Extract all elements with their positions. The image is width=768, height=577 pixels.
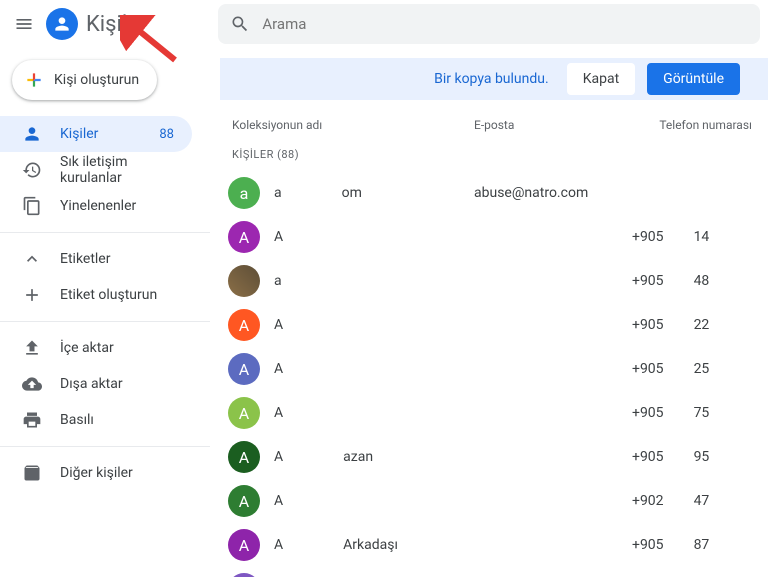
- contact-avatar: A: [228, 353, 260, 385]
- nav-label: Sık iletişim kurulanlar: [60, 154, 180, 186]
- contact-avatar: A: [228, 397, 260, 429]
- nav-print[interactable]: Basılı: [0, 402, 192, 438]
- contact-email: abuse@natro.com: [474, 185, 632, 201]
- plus-icon: [24, 70, 44, 90]
- contact-phone: +90587: [632, 537, 752, 553]
- contact-phone: +90548: [632, 273, 752, 289]
- divider: [0, 446, 210, 447]
- nav-duplicates[interactable]: Yinelenenler: [0, 188, 192, 224]
- main-content: Bir kopya bulundu. Kapat Görüntüle Kolek…: [210, 48, 768, 577]
- banner-text: Bir kopya bulundu.: [434, 71, 549, 87]
- col-phone-header: Telefon numarası: [652, 118, 752, 132]
- banner-dismiss-button[interactable]: Kapat: [567, 63, 635, 95]
- print-icon: [22, 410, 42, 430]
- col-name-header: Koleksiyonun adı: [224, 118, 474, 132]
- nav-count: 88: [159, 127, 174, 142]
- nav-export[interactable]: Dışa aktar: [0, 366, 192, 402]
- contact-phone: +90525: [632, 361, 752, 377]
- nav-label: Yinelenenler: [60, 198, 136, 214]
- column-headers: Koleksiyonun adı E-posta Telefon numaras…: [220, 118, 768, 132]
- nav-label: İçe aktar: [60, 340, 114, 356]
- nav-label: Kişiler: [60, 126, 98, 142]
- nav-contacts[interactable]: Kişiler 88: [0, 116, 192, 152]
- search-bar[interactable]: [218, 4, 760, 44]
- duplicate-banner: Bir kopya bulundu. Kapat Görüntüle: [220, 58, 768, 100]
- copy-icon: [22, 196, 42, 216]
- contact-name: A: [274, 405, 474, 421]
- contact-name: aom: [274, 185, 474, 201]
- archive-icon: [22, 463, 42, 483]
- contact-avatar: A: [228, 221, 260, 253]
- search-input[interactable]: [262, 15, 748, 33]
- contact-phone: +90247: [632, 493, 752, 509]
- nav-label: Etiketler: [60, 251, 110, 267]
- history-icon: [22, 160, 42, 180]
- contact-phone: +90595: [632, 449, 752, 465]
- contact-phone: +90514: [632, 229, 752, 245]
- export-icon: [22, 374, 42, 394]
- nav-label: Etiket oluşturun: [60, 287, 157, 303]
- contact-row[interactable]: a +90548: [220, 259, 768, 303]
- contact-row[interactable]: AA +90514: [220, 215, 768, 259]
- create-contact-button[interactable]: Kişi oluşturun: [12, 60, 157, 100]
- plus-icon: [22, 285, 42, 305]
- contact-name: A: [274, 493, 474, 509]
- contact-avatar: a: [228, 177, 260, 209]
- chevron-up-icon: [22, 249, 42, 269]
- person-icon: [22, 124, 42, 144]
- nav-label: Dışa aktar: [60, 376, 123, 392]
- contacts-logo-icon: [46, 8, 78, 40]
- hamburger-menu-icon[interactable]: [12, 12, 36, 36]
- contact-name: A: [274, 361, 474, 377]
- contact-row[interactable]: A AArkadaşı +90587: [220, 523, 768, 567]
- contact-phone: +90575: [632, 405, 752, 421]
- section-label: KİŞİLER (88): [220, 148, 768, 161]
- divider: [0, 232, 210, 233]
- contact-avatar: B: [228, 573, 260, 577]
- contact-row[interactable]: BB+90587: [220, 567, 768, 577]
- contact-name: AArkadaşı: [274, 537, 474, 553]
- sidebar: Kişi oluşturun Kişiler 88 Sık iletişim k…: [0, 48, 210, 577]
- col-email-header: E-posta: [474, 118, 652, 132]
- contact-avatar: A: [228, 529, 260, 561]
- nav-import[interactable]: İçe aktar: [0, 330, 192, 366]
- contact-row[interactable]: AA +90522: [220, 303, 768, 347]
- nav-other-contacts[interactable]: Diğer kişiler: [0, 455, 192, 491]
- contact-avatar: A: [228, 441, 260, 473]
- contacts-list: aaomabuse@natro.comAA+90514a+90548AA+905…: [220, 171, 768, 577]
- import-icon: [22, 338, 42, 358]
- contact-avatar: [228, 265, 260, 297]
- divider: [0, 321, 210, 322]
- contact-name: a: [274, 273, 474, 289]
- contact-row[interactable]: AA +90575: [220, 391, 768, 435]
- contact-phone: +90522: [632, 317, 752, 333]
- create-contact-label: Kişi oluşturun: [54, 72, 139, 88]
- contact-row[interactable]: AA +90525: [220, 347, 768, 391]
- app-logo[interactable]: Kişiler: [46, 8, 146, 40]
- contact-avatar: A: [228, 485, 260, 517]
- nav-create-label[interactable]: Etiket oluşturun: [0, 277, 192, 313]
- contact-avatar: A: [228, 309, 260, 341]
- nav-label: Basılı: [60, 412, 94, 428]
- contact-row[interactable]: A Aazan +90595: [220, 435, 768, 479]
- search-icon: [230, 14, 250, 34]
- contact-row[interactable]: aaomabuse@natro.com: [220, 171, 768, 215]
- contact-name: A: [274, 229, 474, 245]
- app-title: Kişiler: [86, 12, 146, 37]
- nav-label: Diğer kişiler: [60, 465, 133, 481]
- contact-name: A: [274, 317, 474, 333]
- banner-view-button[interactable]: Görüntüle: [647, 63, 740, 95]
- nav-frequent[interactable]: Sık iletişim kurulanlar: [0, 152, 192, 188]
- nav-labels-header[interactable]: Etiketler: [0, 241, 192, 277]
- contact-row[interactable]: AA +90247: [220, 479, 768, 523]
- contact-name: Aazan: [274, 449, 474, 465]
